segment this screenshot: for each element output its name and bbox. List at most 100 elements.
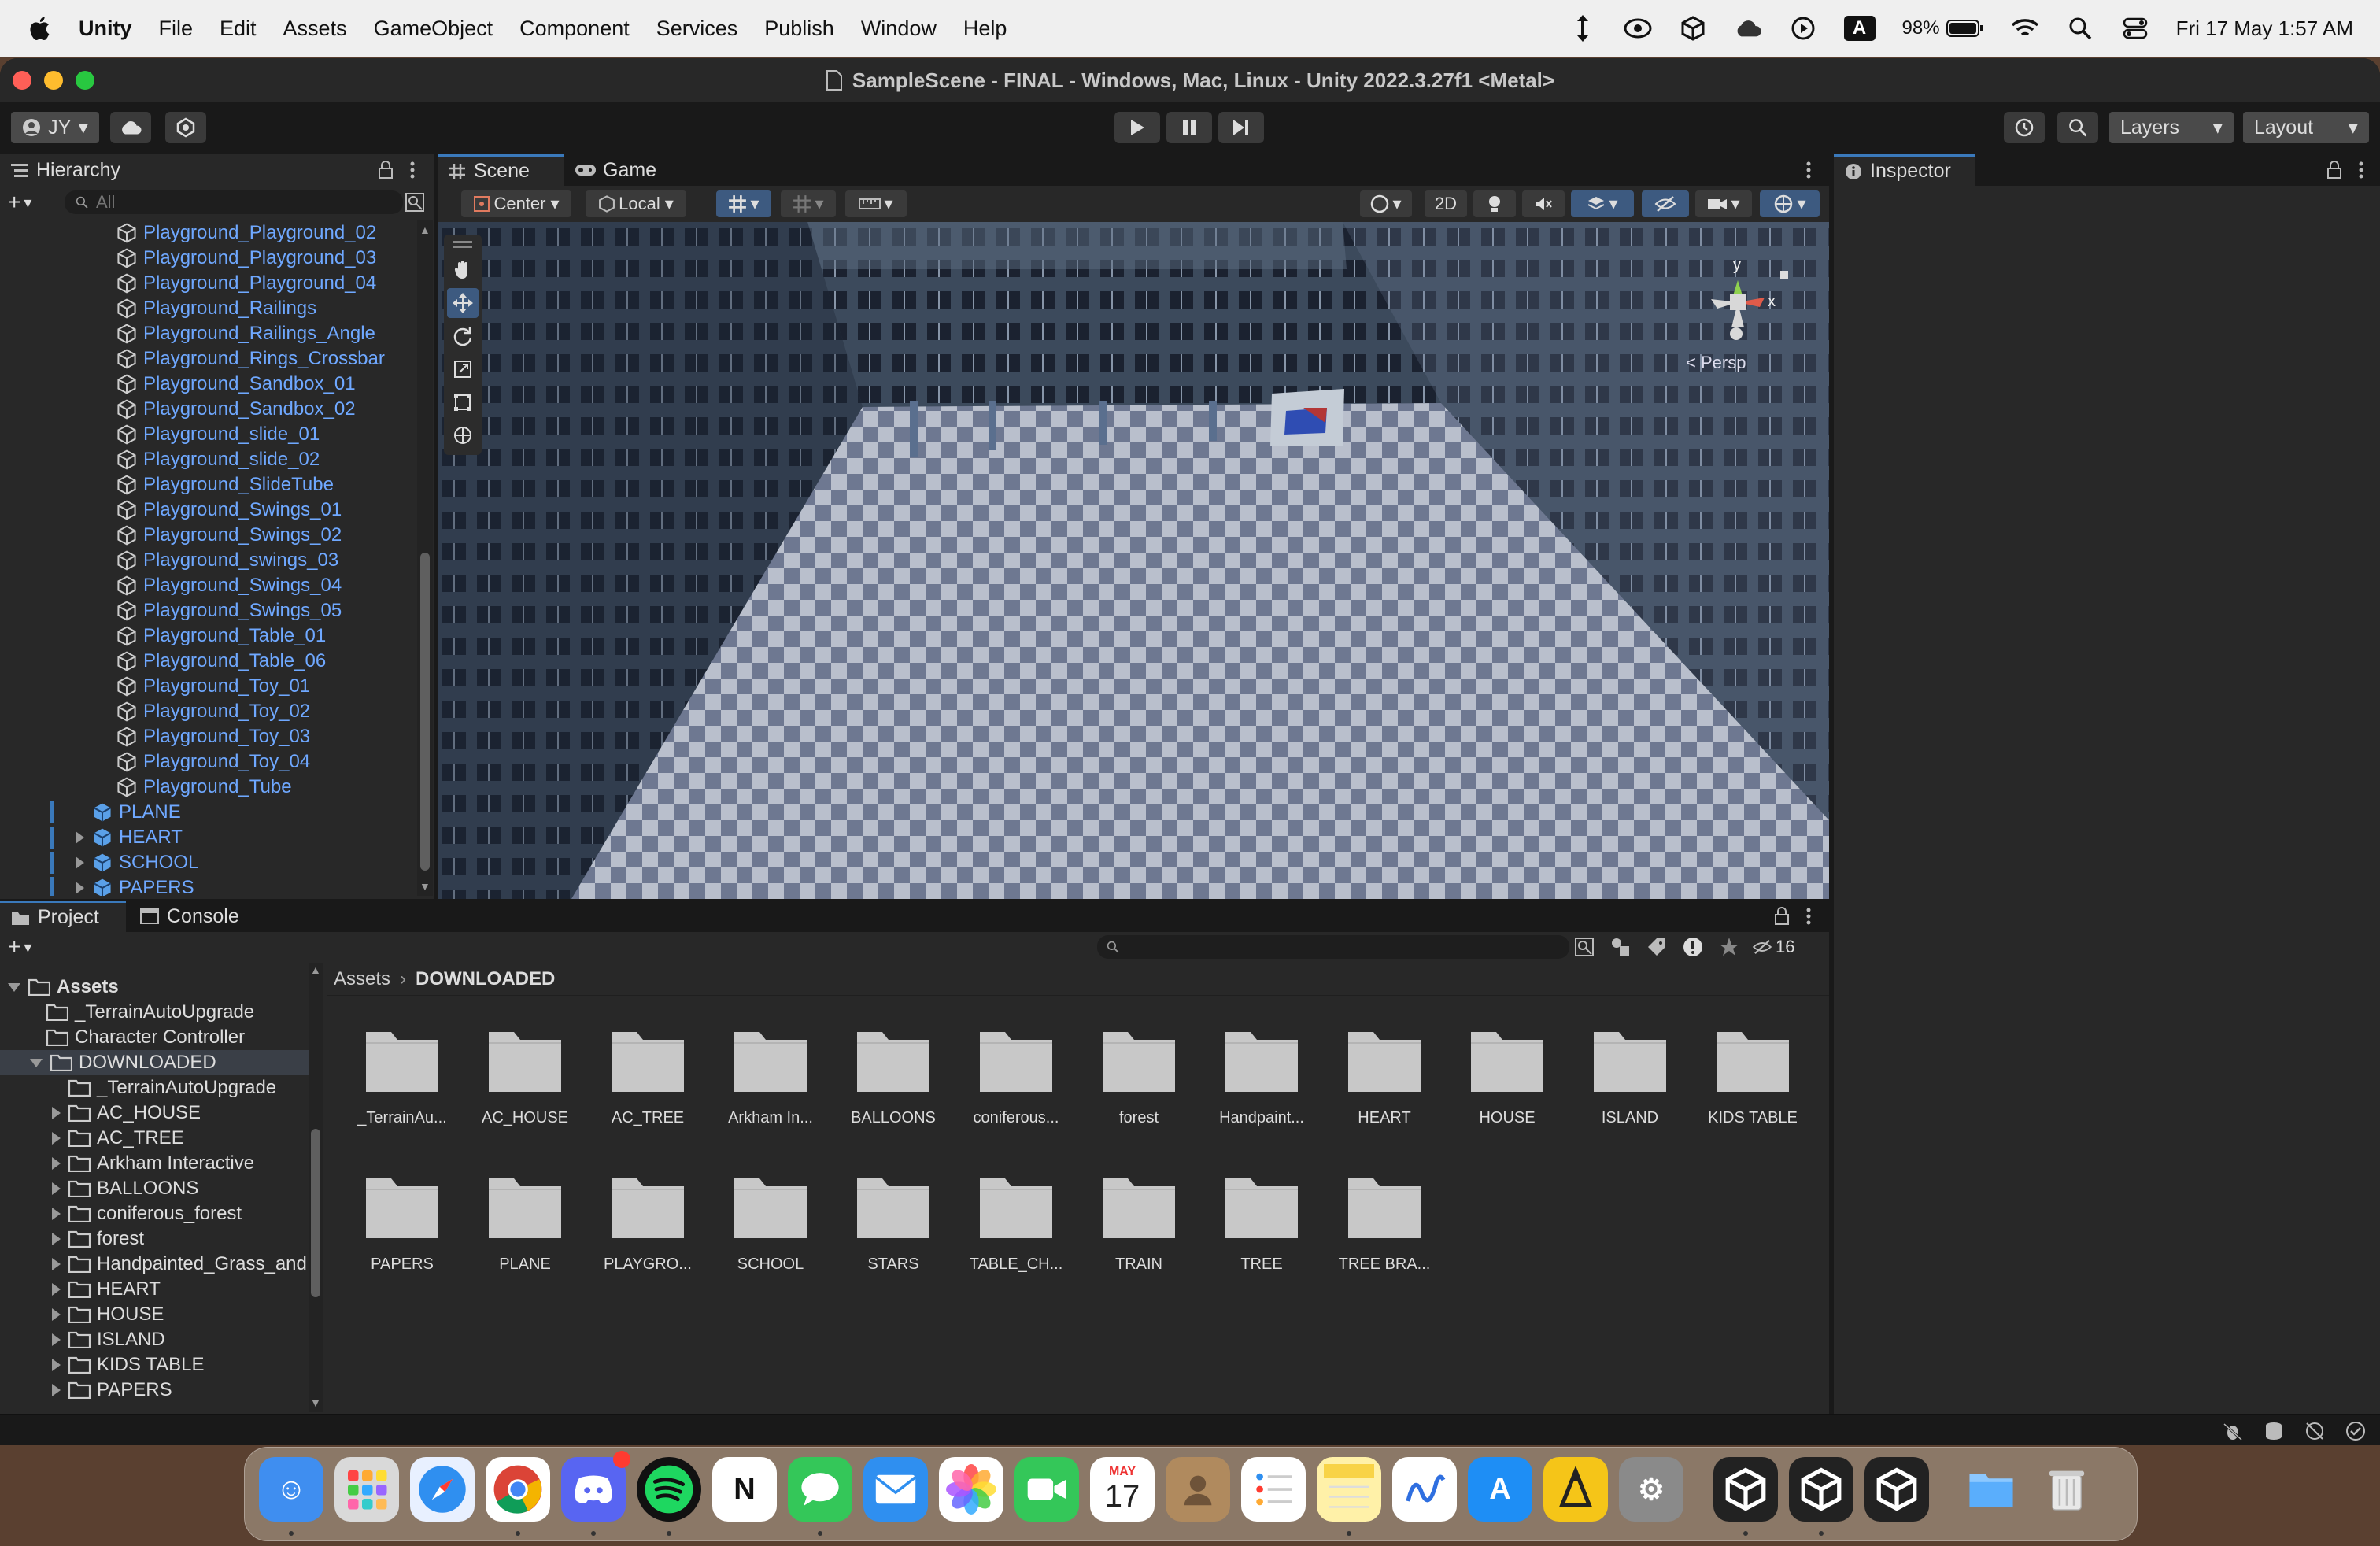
scroll-down-icon[interactable]: ▼ bbox=[419, 880, 431, 893]
asset-folder[interactable]: HOUSE bbox=[1448, 1027, 1566, 1127]
minimize-window-button[interactable] bbox=[44, 71, 63, 90]
tab-game[interactable]: Game bbox=[564, 154, 674, 186]
cloud-services-button[interactable] bbox=[110, 112, 151, 143]
hierarchy-search[interactable] bbox=[65, 190, 403, 214]
kebab-menu-icon[interactable] bbox=[409, 161, 416, 179]
progress-check-icon[interactable] bbox=[2345, 1421, 2366, 1441]
tab-console[interactable]: Console bbox=[129, 901, 255, 932]
project-tree-scrollbar[interactable]: ▲ ▼ bbox=[309, 963, 323, 1412]
rotate-tool-button[interactable] bbox=[447, 321, 479, 351]
pivot-rotation-dropdown[interactable]: Local ▾ bbox=[586, 190, 686, 217]
hierarchy-item[interactable]: Playground_Playground_02 bbox=[116, 220, 376, 246]
asset-folder[interactable]: Handpaint... bbox=[1203, 1027, 1321, 1127]
downloads-folder-icon[interactable] bbox=[1959, 1457, 2023, 1522]
input-source-indicator[interactable]: A bbox=[1843, 16, 1876, 41]
hidden-packages-toggle[interactable]: 16 bbox=[1752, 935, 1794, 959]
battery-status[interactable]: 98% bbox=[1902, 17, 1984, 39]
undo-history-button[interactable] bbox=[2004, 112, 2045, 143]
unity-status-icon[interactable] bbox=[1679, 14, 1707, 43]
warning-filter-icon[interactable] bbox=[1683, 937, 1703, 957]
audio-toggle[interactable] bbox=[1522, 190, 1565, 217]
facetime-icon[interactable] bbox=[1014, 1457, 1079, 1522]
menu-services[interactable]: Services bbox=[656, 17, 738, 41]
search-by-type-icon[interactable] bbox=[1574, 937, 1595, 957]
hierarchy-scroll-thumb[interactable] bbox=[420, 553, 430, 871]
resize-arrows-icon[interactable] bbox=[1569, 14, 1597, 43]
menu-edit[interactable]: Edit bbox=[220, 17, 257, 41]
hierarchy-item[interactable]: Playground_Toy_04 bbox=[116, 749, 310, 775]
menu-file[interactable]: File bbox=[159, 17, 194, 41]
move-tool-button[interactable] bbox=[447, 288, 479, 318]
debug-bug-icon[interactable] bbox=[2223, 1421, 2243, 1441]
hierarchy-item[interactable]: Playground_swings_03 bbox=[116, 548, 338, 573]
finder-icon[interactable]: ☺ bbox=[259, 1457, 323, 1522]
hierarchy-item[interactable]: Playground_Sandbox_01 bbox=[116, 372, 356, 397]
expand-arrow-icon[interactable] bbox=[76, 882, 84, 894]
lock-icon[interactable] bbox=[1774, 907, 1790, 926]
hierarchy-item[interactable]: Playground_Sandbox_02 bbox=[116, 397, 356, 422]
scroll-down-icon[interactable]: ▼ bbox=[310, 1396, 321, 1409]
step-button[interactable] bbox=[1218, 112, 1264, 143]
notion-icon[interactable]: N bbox=[712, 1457, 777, 1522]
hierarchy-item[interactable]: Playground_Table_01 bbox=[116, 623, 326, 649]
create-dropdown[interactable]: + ▾ bbox=[8, 190, 52, 214]
project-create-dropdown[interactable]: + ▾ bbox=[8, 934, 52, 959]
tab-scene[interactable]: Scene bbox=[438, 154, 564, 186]
system-settings-icon[interactable]: ⚙ bbox=[1619, 1457, 1683, 1522]
chrome-icon[interactable] bbox=[486, 1457, 550, 1522]
kebab-menu-icon[interactable] bbox=[1805, 161, 1812, 179]
hierarchy-item[interactable]: Playground_Swings_02 bbox=[116, 523, 342, 548]
breadcrumb-assets[interactable]: Assets bbox=[334, 968, 390, 990]
project-tree-item[interactable]: DOWNLOADED bbox=[0, 1050, 309, 1075]
expand-arrow-icon[interactable] bbox=[52, 1107, 61, 1119]
project-tree-item[interactable]: ISLAND bbox=[0, 1327, 309, 1352]
tab-project[interactable]: Project bbox=[0, 901, 126, 932]
hierarchy-root-item[interactable]: SCHOOL bbox=[76, 850, 198, 875]
hierarchy-item[interactable]: Playground_Tube bbox=[116, 775, 292, 800]
lock-icon[interactable] bbox=[378, 161, 394, 179]
discord-icon[interactable] bbox=[561, 1457, 626, 1522]
effects-dropdown[interactable]: ▾ bbox=[1571, 190, 1634, 217]
control-center-icon[interactable] bbox=[2121, 14, 2149, 43]
trash-icon[interactable] bbox=[2034, 1457, 2099, 1522]
account-dropdown[interactable]: JY ▾ bbox=[11, 112, 99, 143]
hierarchy-root-item[interactable]: HEART bbox=[76, 825, 183, 850]
menu-window[interactable]: Window bbox=[861, 17, 937, 41]
hierarchy-item[interactable]: Playground_Playground_04 bbox=[116, 271, 376, 296]
scene-visibility-icon[interactable] bbox=[405, 192, 425, 213]
expand-arrow-icon[interactable] bbox=[52, 1283, 61, 1296]
safari-icon[interactable] bbox=[410, 1457, 475, 1522]
project-tree-item[interactable]: Handpainted_Grass_and bbox=[0, 1252, 309, 1277]
contacts-icon[interactable] bbox=[1166, 1457, 1230, 1522]
asset-folder[interactable]: _TerrainAu... bbox=[343, 1027, 461, 1127]
asset-folder[interactable]: AC_HOUSE bbox=[466, 1027, 584, 1127]
hierarchy-item[interactable]: Playground_SlideTube bbox=[116, 472, 334, 497]
menu-help[interactable]: Help bbox=[963, 17, 1007, 41]
filter-by-label-icon[interactable] bbox=[1646, 937, 1667, 957]
rect-tool-button[interactable] bbox=[447, 387, 479, 417]
expand-arrow-icon[interactable] bbox=[52, 1157, 61, 1170]
project-tree-item[interactable]: PAPERS bbox=[0, 1378, 309, 1403]
instruments-icon[interactable] bbox=[1543, 1457, 1608, 1522]
hierarchy-item[interactable]: Playground_Table_06 bbox=[116, 649, 326, 674]
creative-cloud-icon[interactable] bbox=[1624, 14, 1652, 43]
calendar-icon[interactable]: MAY 17 bbox=[1090, 1457, 1155, 1522]
expand-arrow-icon[interactable] bbox=[52, 1384, 61, 1396]
hierarchy-item[interactable]: Playground_Railings_Angle bbox=[116, 321, 375, 346]
project-tree-item[interactable]: Arkham Interactive bbox=[0, 1151, 309, 1176]
favorite-star-icon[interactable] bbox=[1719, 937, 1739, 957]
asset-folder[interactable]: ISLAND bbox=[1571, 1027, 1689, 1127]
hierarchy-item[interactable]: Playground_Toy_02 bbox=[116, 699, 310, 724]
project-tree-item[interactable]: coniferous_forest bbox=[0, 1201, 309, 1226]
hierarchy-item[interactable]: Playground_slide_01 bbox=[116, 422, 320, 447]
orientation-gizmo[interactable]: y x < Persp bbox=[1686, 255, 1796, 373]
snap-increment-toggle[interactable]: ▾ bbox=[781, 190, 836, 217]
expand-arrow-icon[interactable] bbox=[76, 856, 84, 869]
hierarchy-item[interactable]: Playground_Swings_05 bbox=[116, 598, 342, 623]
hierarchy-item[interactable]: Playground_slide_02 bbox=[116, 447, 320, 472]
transform-tool-button[interactable] bbox=[447, 420, 479, 450]
kebab-menu-icon[interactable] bbox=[2358, 161, 2364, 179]
asset-folder[interactable]: HEART bbox=[1325, 1027, 1443, 1127]
notes-icon[interactable] bbox=[1317, 1457, 1381, 1522]
project-tree-scroll-thumb[interactable] bbox=[311, 1129, 320, 1297]
